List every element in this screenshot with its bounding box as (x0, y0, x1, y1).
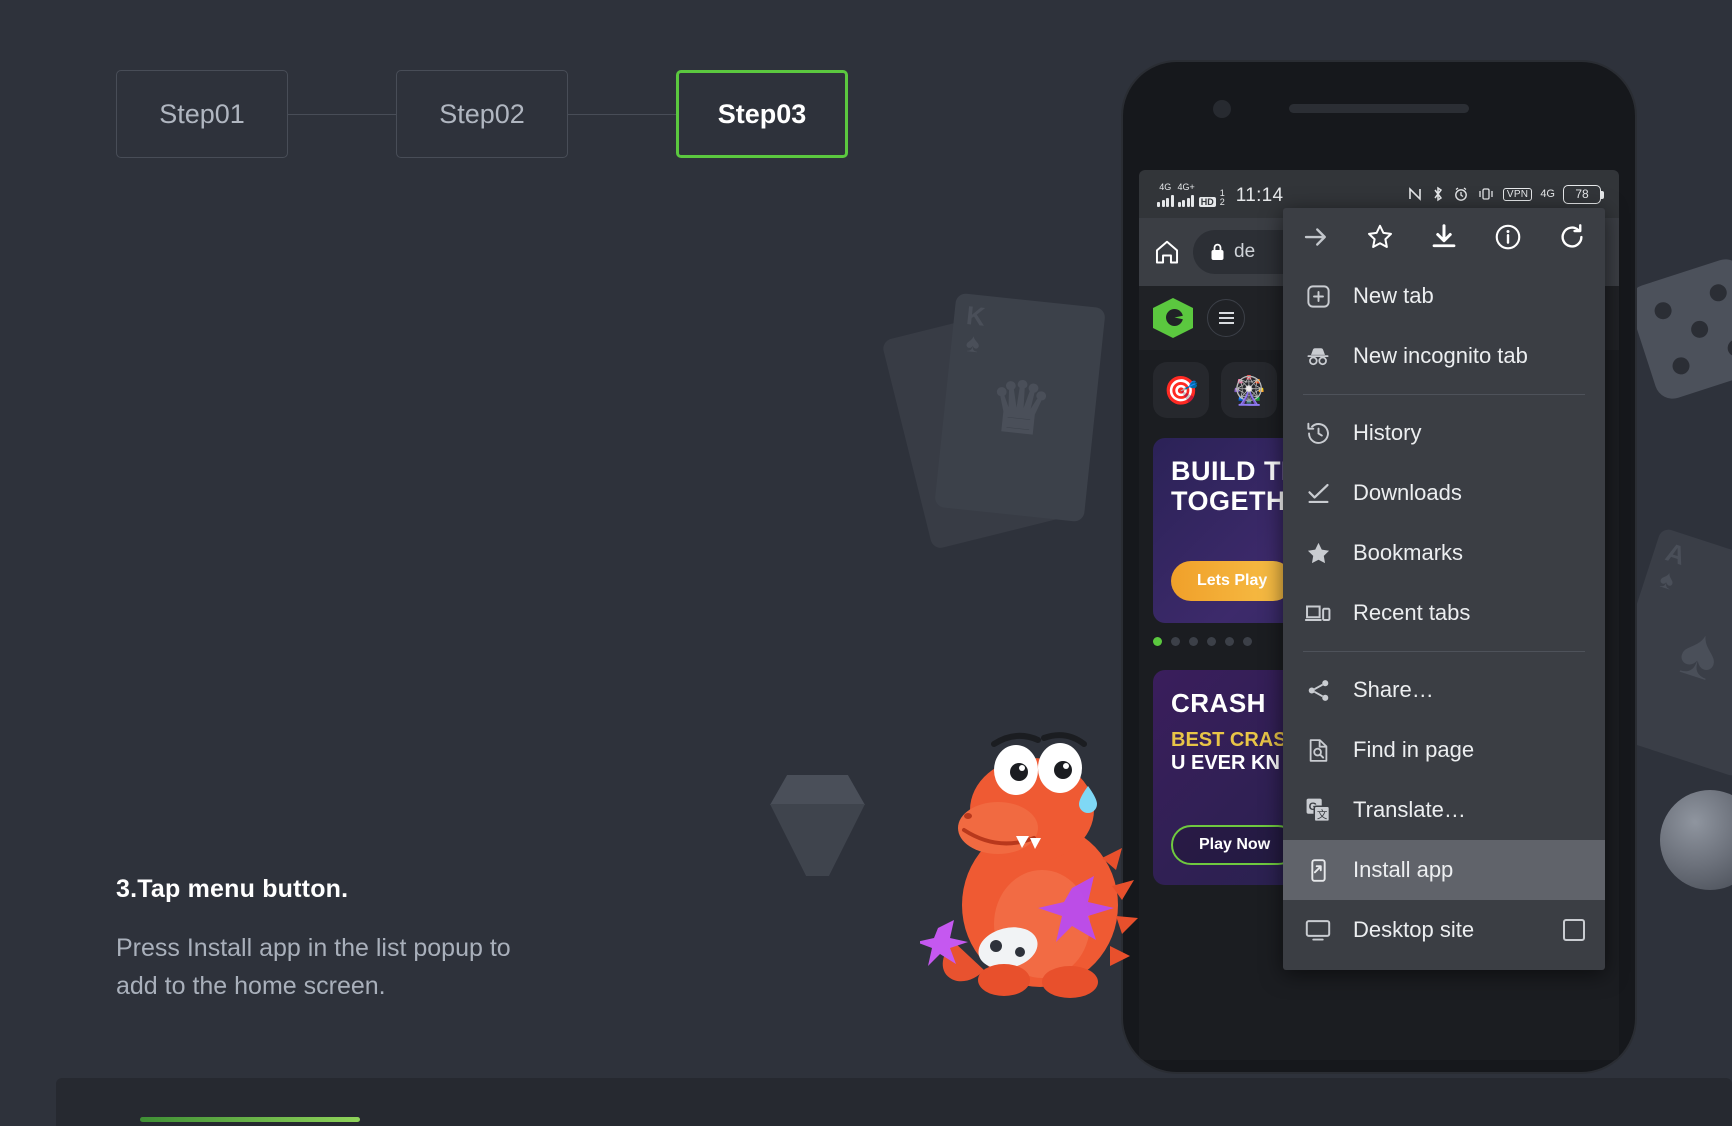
incognito-icon (1303, 341, 1333, 371)
signal-indicator-2: 4G+ (1178, 182, 1195, 207)
menu-item-label: Install app (1353, 857, 1454, 882)
new-tab-icon (1303, 281, 1333, 311)
bookmarks-star-icon (1303, 538, 1333, 568)
share-icon (1303, 675, 1333, 705)
svg-text:文: 文 (1317, 808, 1328, 821)
step-connector-2 (568, 113, 676, 115)
instruction-body-line1: Press Install app in the list popup to (116, 934, 511, 962)
menu-item-label: Share… (1353, 677, 1434, 702)
menu-item-bookmarks[interactable]: Bookmarks (1283, 523, 1605, 583)
url-text: de (1234, 241, 1256, 262)
brand-logo[interactable] (1153, 298, 1193, 338)
lock-icon (1209, 242, 1226, 262)
vpn-badge: VPN (1502, 187, 1533, 201)
desktop-site-checkbox[interactable] (1563, 919, 1585, 941)
download-icon[interactable] (1429, 222, 1459, 252)
hamburger-icon[interactable] (1207, 299, 1245, 337)
downloads-check-icon (1303, 478, 1333, 508)
menu-quick-toolbar (1283, 214, 1605, 266)
menu-item-desktop-site[interactable]: Desktop site (1283, 900, 1605, 960)
menu-item-label: Translate… (1353, 797, 1466, 822)
card-corner-label-spade: A ♠ (1656, 536, 1690, 597)
menu-item-label: Recent tabs (1353, 600, 1471, 625)
dinosaur-mascot (920, 732, 1138, 998)
phone-speaker (1289, 104, 1469, 113)
sphere-decoration (1660, 790, 1732, 890)
desktop-site-icon (1303, 915, 1333, 945)
reload-icon[interactable] (1557, 222, 1587, 252)
menu-item-history[interactable]: History (1283, 403, 1605, 463)
playing-card-decoration (881, 305, 1079, 550)
hd-badge: HD (1198, 196, 1216, 207)
menu-separator (1303, 651, 1585, 652)
game-tile-target[interactable]: 🎯 (1153, 362, 1209, 418)
forward-icon[interactable] (1301, 222, 1331, 252)
menu-item-label: Downloads (1353, 480, 1462, 505)
play-now-button[interactable]: Play Now (1171, 825, 1299, 865)
sim-slots: 1 2 (1219, 187, 1225, 207)
network-right-label: 4G (1540, 187, 1555, 200)
nfc-icon (1407, 186, 1423, 202)
menu-item-install-app[interactable]: Install app (1283, 840, 1605, 900)
step-box-3[interactable]: Step03 (676, 70, 848, 158)
menu-item-label: New incognito tab (1353, 343, 1528, 368)
menu-item-downloads[interactable]: Downloads (1283, 463, 1605, 523)
history-icon (1303, 418, 1333, 448)
instruction-body: Press Install app in the list popup to a… (116, 930, 636, 1005)
step-box-2[interactable]: Step02 (396, 70, 568, 158)
instruction-block: 3.Tap menu button. Press Install app in … (116, 875, 636, 1005)
recent-tabs-icon (1303, 598, 1333, 628)
instruction-title: 3.Tap menu button. (116, 875, 349, 903)
status-clock: 11:14 (1235, 184, 1284, 206)
card-corner-label: K ♠ (964, 299, 987, 359)
menu-item-translate[interactable]: G 文 Translate… (1283, 780, 1605, 840)
step-label-1: Step01 (159, 98, 245, 129)
wheel-icon: 🎡 (1231, 374, 1267, 406)
step-connector-1 (288, 113, 396, 115)
target-icon: 🎯 (1163, 374, 1199, 406)
game-tile-wheel[interactable]: 🎡 (1221, 362, 1277, 418)
step-indicator: Step01 Step02 Step03 (116, 70, 848, 158)
phone-camera (1213, 100, 1231, 118)
find-in-page-icon (1303, 735, 1333, 765)
menu-item-find-in-page[interactable]: Find in page (1283, 720, 1605, 780)
alarm-icon (1453, 186, 1469, 202)
menu-separator (1303, 394, 1585, 395)
menu-item-new-incognito-tab[interactable]: New incognito tab (1283, 326, 1605, 386)
vibrate-icon (1477, 187, 1495, 201)
menu-item-label: History (1353, 420, 1422, 445)
menu-item-recent-tabs[interactable]: Recent tabs (1283, 583, 1605, 643)
lets-play-button[interactable]: Lets Play (1171, 561, 1294, 601)
page-info-icon[interactable] (1493, 222, 1523, 252)
translate-icon: G 文 (1303, 795, 1333, 825)
step-label-2: Step02 (439, 98, 525, 129)
battery-indicator: 78 (1563, 184, 1604, 204)
step-box-1[interactable]: Step01 (116, 70, 288, 158)
bluetooth-icon (1431, 186, 1445, 202)
card-center-glyph: ♛ (984, 365, 1056, 450)
signal-indicator-1: 4G (1157, 182, 1174, 207)
playing-card-king-decoration: K ♠ ♛ (934, 292, 1106, 523)
install-app-icon (1303, 855, 1333, 885)
instruction-body-line2: add to the home screen. (116, 971, 386, 1000)
menu-item-label: Bookmarks (1353, 540, 1464, 565)
bookmark-star-icon[interactable] (1365, 222, 1395, 252)
browser-menu-popup: New tab New incognito tab History Downlo… (1283, 208, 1605, 970)
dice-decoration (1624, 254, 1732, 404)
menu-item-new-tab[interactable]: New tab (1283, 266, 1605, 326)
menu-item-label: Find in page (1353, 737, 1475, 762)
home-icon[interactable] (1153, 238, 1181, 266)
menu-item-label: New tab (1353, 283, 1434, 308)
step-label-3: Step03 (717, 98, 807, 129)
bottom-progress-bar (140, 1117, 360, 1122)
menu-item-share[interactable]: Share… (1283, 660, 1605, 720)
menu-item-label: Desktop site (1353, 917, 1475, 942)
